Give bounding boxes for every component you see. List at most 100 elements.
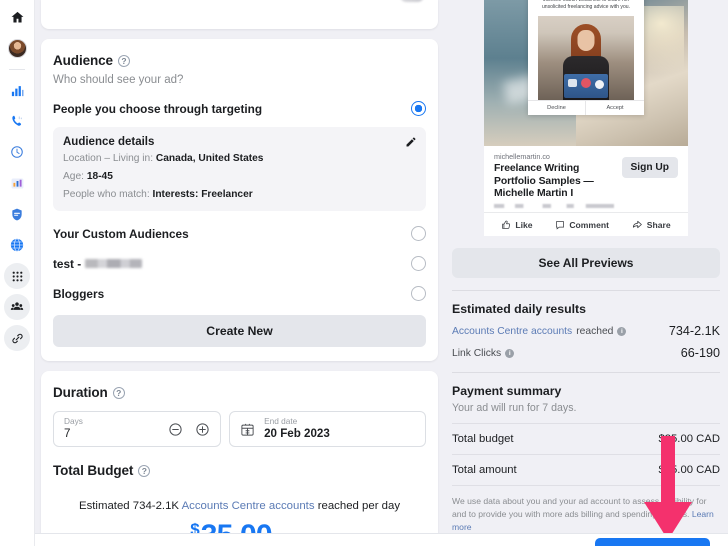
info-icon[interactable]: i [505, 348, 515, 358]
help-icon[interactable]: ? [138, 464, 151, 477]
audience-section-title: Audience ? [53, 53, 426, 68]
disclaimer-text: We use data about you and your ad accoun… [452, 496, 707, 519]
days-stepper [168, 422, 210, 437]
result-row-clicks: Link Clicks i 66-190 [452, 346, 720, 360]
phone-call-icon[interactable] [4, 108, 30, 134]
billing-disclaimer: We use data about you and your ad accoun… [444, 486, 728, 534]
accounts-centre-link[interactable]: Accounts Centre accounts [452, 326, 572, 337]
location-label: Location – Living in: [63, 153, 154, 164]
edit-pencil-icon[interactable] [405, 136, 417, 148]
days-value: 7 [64, 426, 71, 440]
total-amount-label: Total amount [452, 464, 517, 477]
portrait-laptop [564, 73, 608, 98]
create-new-audience-button[interactable]: Create New [53, 315, 426, 348]
days-field-text: Days 7 [64, 417, 83, 441]
audience-option-label-test: test - [53, 257, 143, 271]
audience-option-label: Your Custom Audiences [53, 226, 189, 241]
bottom-action-bar [0, 533, 728, 546]
grid-apps-icon[interactable] [4, 263, 30, 289]
ad-meta-left: michellemartin.co Freelance Writing Port… [494, 152, 614, 209]
help-icon[interactable]: ? [112, 386, 125, 399]
share-label: Share [646, 219, 671, 230]
estimate-suffix: reached per day [317, 500, 401, 513]
ad-link-meta: michellemartin.co Freelance Writing Port… [484, 146, 688, 212]
budget-section-title: Total Budget ? [53, 463, 426, 478]
audience-detail-location: Location – Living in: Canada, United Sta… [63, 152, 416, 166]
primary-submit-button[interactable] [595, 538, 710, 546]
home-icon[interactable] [4, 4, 30, 30]
ad-social-bar: Like Comment Share [484, 212, 688, 236]
audience-details-title: Audience details [63, 136, 155, 148]
result-value-clicks: 66-190 [680, 346, 720, 361]
end-date-value: 20 Feb 2023 [264, 426, 330, 440]
audience-details-box: Audience details Location – Living in: C… [53, 127, 426, 212]
end-date-text: End date 20 Feb 2023 [264, 417, 330, 441]
radio-targeting[interactable] [411, 101, 426, 116]
comment-action[interactable]: Comment [555, 220, 609, 230]
decrement-icon[interactable] [168, 422, 183, 437]
redacted-text [85, 259, 143, 269]
total-budget-value: $35.00 CAD [658, 433, 720, 446]
match-value: Interests: Freelancer [152, 188, 253, 200]
share-icon [632, 219, 643, 230]
duration-title-text: Duration [53, 385, 108, 401]
comment-icon [555, 220, 565, 230]
bar-chart-icon[interactable] [4, 170, 30, 196]
ads-create-screen: Audience ? Who should see your ad? Peopl… [0, 0, 728, 546]
payment-row-total-budget: Total budget $35.00 CAD [452, 423, 720, 456]
share-action[interactable]: Share [632, 219, 671, 230]
form-column: Audience ? Who should see your ad? Peopl… [35, 0, 444, 546]
estimate-prefix: Estimated 734-2.1K [78, 500, 180, 513]
blurred-control [400, 0, 424, 2]
shield-icon[interactable] [4, 201, 30, 227]
radio-bloggers[interactable] [411, 286, 426, 302]
preview-panel: AirDrop Michelle Martin would like to sh… [444, 0, 728, 546]
link-clicks-text: Link Clicks [452, 347, 502, 359]
audience-subtitle: Who should see your ad? [53, 74, 184, 86]
airdrop-decline-button[interactable]: Decline [528, 100, 586, 115]
radio-custom-audiences[interactable] [411, 226, 426, 242]
age-label: Age: [63, 170, 84, 182]
thumbs-up-icon [501, 220, 511, 230]
ad-description-truncated [494, 204, 614, 209]
audience-option-label: People you choose through targeting [53, 101, 263, 116]
see-all-previews-button[interactable]: See All Previews [452, 248, 720, 279]
audience-option-test[interactable]: test - [53, 256, 426, 272]
link-icon[interactable] [4, 325, 30, 351]
globe-icon[interactable] [4, 232, 30, 258]
total-budget-label: Total budget [452, 433, 514, 446]
days-label: Days [64, 416, 83, 427]
days-field[interactable]: Days 7 [53, 411, 222, 448]
ad-cta-button[interactable]: Sign Up [621, 157, 678, 178]
payment-summary-subtitle: Your ad will run for 7 days. [452, 402, 577, 415]
increment-icon[interactable] [195, 422, 210, 437]
like-label: Like [515, 219, 533, 230]
radio-test[interactable] [411, 256, 426, 272]
avatar[interactable] [4, 35, 30, 61]
like-action[interactable]: Like [501, 219, 533, 230]
payment-summary-section: Payment summary Your ad will run for 7 d… [444, 373, 728, 487]
comment-label: Comment [569, 219, 609, 230]
ad-domain: michellemartin.co [494, 152, 550, 161]
analytics-icon[interactable] [4, 77, 30, 103]
audience-title-text: Audience [53, 53, 113, 68]
audience-option-bloggers[interactable]: Bloggers [53, 286, 426, 302]
clock-icon[interactable] [4, 139, 30, 165]
payment-summary-title: Payment summary [452, 384, 562, 399]
audience-option-targeting[interactable]: People you choose through targeting [53, 101, 426, 116]
ad-headline: Freelance Writing Portfolio Samples — Mi… [494, 163, 594, 200]
result-label-accounts: Accounts Centre accounts reached i [452, 326, 627, 337]
payment-row-total-amount: Total amount $35.00 CAD [452, 455, 720, 487]
estimated-results-title: Estimated daily results [452, 302, 586, 317]
estimate-link[interactable]: Accounts Centre accounts [182, 500, 315, 512]
help-icon[interactable]: ? [117, 54, 130, 67]
people-icon[interactable] [4, 294, 30, 320]
audience-detail-age: Age: 18-45 [63, 170, 416, 184]
info-icon[interactable]: i [617, 326, 627, 336]
airdrop-accept-button[interactable]: Accept [586, 101, 644, 115]
audience-detail-match: People who match: Interests: Freelancer [63, 188, 416, 202]
end-date-field[interactable]: End date 20 Feb 2023 [229, 411, 426, 448]
ad-preview-wrap: AirDrop Michelle Martin would like to sh… [444, 0, 728, 237]
audience-option-custom[interactable]: Your Custom Audiences [53, 226, 426, 242]
left-nav-rail [0, 0, 35, 546]
